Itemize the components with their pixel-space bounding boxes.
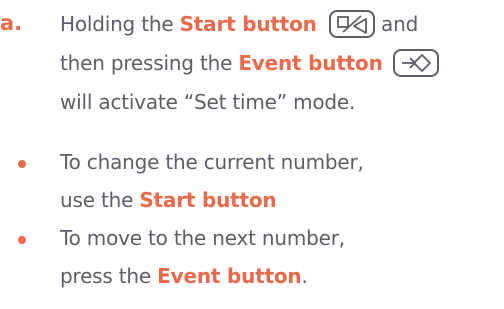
bullet-line-1: To change the current number, xyxy=(60,150,364,174)
step-line-1-text: Holding the xyxy=(60,12,180,36)
step-line-2: then pressing the Event button xyxy=(60,48,439,79)
bullet-line-2: use the Start button xyxy=(60,186,277,214)
start-button-icon xyxy=(328,9,375,38)
step-line-1: Holding the Start button and xyxy=(60,9,419,40)
event-button-label: Event button xyxy=(238,51,383,75)
bullet-line-1: To move to the next number, xyxy=(60,226,345,250)
bullet-text: press the xyxy=(60,264,158,288)
step-line-1-end: and xyxy=(381,12,419,36)
bullet-end: . xyxy=(301,264,308,288)
bullet-line-2: press the Event button. xyxy=(60,262,308,290)
start-button-label: Start button xyxy=(179,12,317,36)
step-line-2-text: then pressing the xyxy=(60,51,239,75)
step-marker: a. xyxy=(0,11,23,35)
start-button-label: Start button xyxy=(139,188,277,212)
event-button-icon xyxy=(392,48,439,77)
step-line-3: will activate “Set time” mode. xyxy=(60,90,356,114)
bullet-text: use the xyxy=(60,188,140,212)
bullet-dot xyxy=(18,236,26,244)
bullet-dot xyxy=(18,160,26,168)
event-button-label: Event button xyxy=(157,264,302,288)
